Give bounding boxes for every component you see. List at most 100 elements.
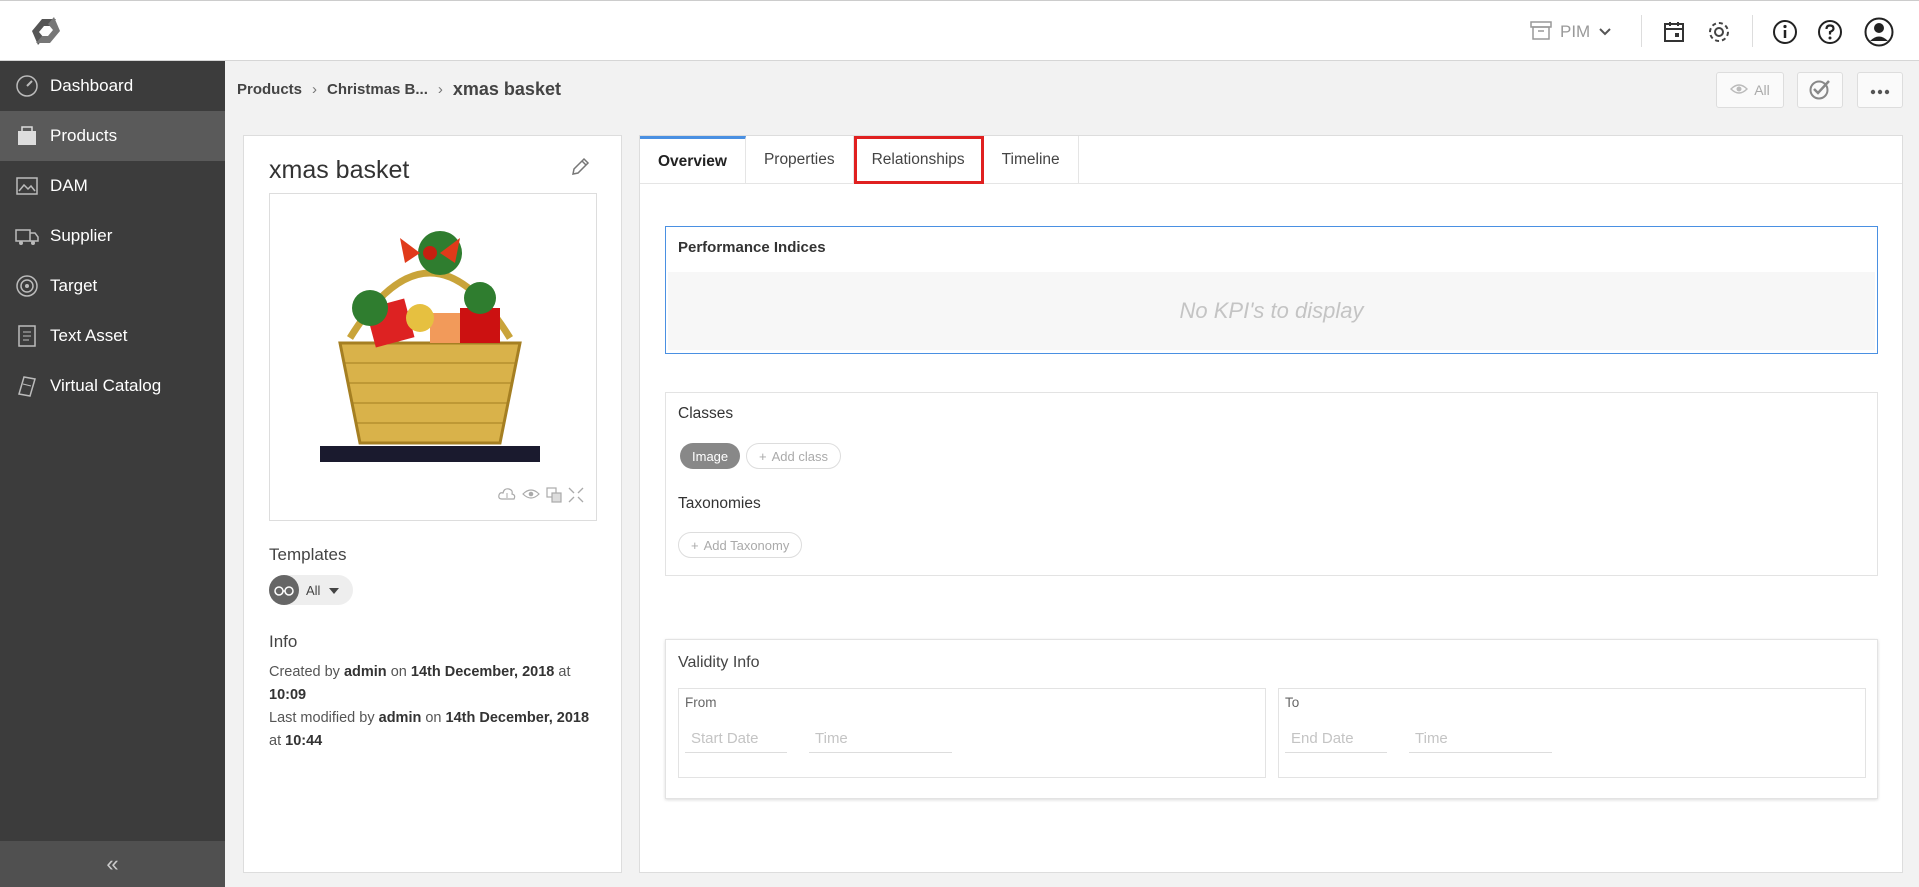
check-circle-icon: [1808, 78, 1832, 103]
add-class-button[interactable]: + Add class: [746, 443, 841, 469]
sidebar-item-label: DAM: [50, 176, 88, 195]
sidebar-item-supplier[interactable]: Supplier: [0, 211, 225, 261]
products-icon: [14, 123, 40, 149]
more-options-button[interactable]: [1857, 72, 1903, 108]
check-button[interactable]: [1797, 72, 1843, 108]
created-date: 14th December, 2018: [410, 664, 555, 680]
breadcrumb: Products › Christmas B... › xmas basket: [225, 61, 1919, 118]
product-image-frame[interactable]: [269, 193, 597, 521]
image-toolbar: [498, 487, 584, 508]
settings-icon[interactable]: [1702, 15, 1736, 49]
tab-relationships[interactable]: Relationships: [853, 136, 984, 184]
breadcrumb-separator: ›: [312, 81, 318, 98]
modified-at: at: [269, 733, 282, 749]
modified-line: Last modified by admin on 14th December,…: [269, 707, 589, 753]
truck-icon: [14, 223, 40, 249]
sidebar-item-target[interactable]: Target: [0, 261, 225, 311]
divider: [1752, 15, 1753, 47]
preview-eye-icon[interactable]: [522, 487, 540, 508]
tab-overview[interactable]: Overview: [640, 136, 746, 184]
catalog-icon: [14, 373, 40, 399]
tab-properties[interactable]: Properties: [746, 136, 854, 184]
classes-title: Classes: [678, 405, 734, 422]
item-info-text: Created by admin on 14th December, 2018 …: [269, 661, 589, 753]
calendar-icon[interactable]: [1657, 15, 1691, 49]
modified-time: 10:44: [285, 733, 323, 749]
end-time-input[interactable]: Time: [1409, 725, 1552, 753]
start-date-input[interactable]: Start Date: [685, 725, 787, 753]
sidebar-item-label: Products: [50, 126, 118, 145]
add-taxonomy-label: Add Taxonomy: [703, 537, 790, 553]
archive-icon: [1530, 20, 1552, 45]
copy-image-icon[interactable]: [546, 487, 562, 508]
eye-icon: [1730, 82, 1749, 98]
plus-icon: +: [691, 537, 699, 553]
from-label: From: [685, 695, 717, 710]
kpi-empty-message: No KPI's to display: [668, 272, 1875, 350]
sidebar: Dashboard Products DAM Supplier Target Text A…: [0, 61, 225, 887]
collapse-arrows-icon[interactable]: [568, 487, 584, 508]
sidebar-item-label: Supplier: [50, 226, 113, 245]
user-icon[interactable]: [1862, 15, 1896, 49]
breadcrumb-separator: ›: [437, 81, 443, 98]
templates-label: Templates: [269, 545, 347, 564]
add-class-label: Add class: [771, 448, 828, 464]
logo-icon[interactable]: [22, 11, 70, 51]
item-detail-panel: Overview Properties Relationships Timeli…: [639, 135, 1903, 873]
target-icon: [14, 273, 40, 299]
chevron-down-icon: [1598, 22, 1612, 42]
info-label: Info: [269, 632, 298, 651]
item-summary-card: xmas basket Templates All Info Created b…: [243, 135, 622, 873]
image-icon: [14, 173, 40, 199]
dashboard-icon: [14, 73, 40, 99]
top-bar: PIM: [0, 0, 1919, 61]
breadcrumb-item[interactable]: Products: [237, 81, 302, 98]
double-chevron-left-icon: «: [106, 851, 119, 876]
download-cloud-icon[interactable]: [498, 487, 516, 508]
sidebar-item-virtual-catalog[interactable]: Virtual Catalog: [0, 361, 225, 411]
modified-prefix: Last modified by: [269, 710, 375, 726]
class-chip-image[interactable]: Image: [680, 443, 741, 469]
created-line: Created by admin on 14th December, 2018 …: [269, 661, 589, 707]
divider: [1641, 15, 1642, 47]
taxonomies-title: Taxonomies: [678, 495, 761, 512]
end-date-input[interactable]: End Date: [1285, 725, 1387, 753]
performance-indices-panel: Performance Indices No KPI's to display: [665, 226, 1878, 354]
performance-title: Performance Indices: [678, 239, 826, 256]
sidebar-item-label: Virtual Catalog: [50, 376, 162, 395]
sidebar-item-label: Dashboard: [50, 76, 134, 95]
created-time: 10:09: [269, 687, 307, 703]
breadcrumb-item[interactable]: Christmas B...: [327, 81, 428, 98]
created-prefix: Created by: [269, 664, 340, 680]
validity-info-panel: Validity Info From Start Date Time To En…: [665, 639, 1878, 799]
sidebar-item-label: Text Asset: [50, 326, 128, 345]
help-icon[interactable]: [1813, 15, 1847, 49]
validity-to-box: To End Date Time: [1278, 688, 1866, 778]
sidebar-item-dam[interactable]: DAM: [0, 161, 225, 211]
more-dots-icon: [1870, 82, 1890, 98]
caret-down-icon: [329, 581, 340, 599]
product-image: [320, 231, 540, 462]
info-icon[interactable]: [1768, 15, 1802, 49]
template-selector[interactable]: All: [269, 575, 353, 605]
sidebar-item-text-asset[interactable]: Text Asset: [0, 311, 225, 361]
sidebar-item-dashboard[interactable]: Dashboard: [0, 61, 225, 111]
modified-user: admin: [378, 710, 422, 726]
validity-title: Validity Info: [678, 654, 760, 671]
template-value: All: [306, 582, 321, 598]
created-on: on: [390, 664, 407, 680]
document-icon: [14, 323, 40, 349]
sidebar-item-label: Target: [50, 276, 98, 295]
created-at: at: [558, 664, 571, 680]
start-time-input[interactable]: Time: [809, 725, 952, 753]
item-title: xmas basket: [269, 156, 410, 184]
collapse-sidebar-button[interactable]: «: [0, 841, 225, 887]
add-taxonomy-button[interactable]: + Add Taxonomy: [678, 532, 803, 558]
module-selector[interactable]: PIM: [1530, 16, 1612, 48]
view-filter-button[interactable]: All: [1716, 72, 1784, 108]
view-filter-label: All: [1754, 82, 1770, 98]
glasses-icon: [269, 575, 299, 605]
sidebar-item-products[interactable]: Products: [0, 111, 225, 161]
tab-timeline[interactable]: Timeline: [984, 136, 1079, 184]
edit-pencil-icon[interactable]: [569, 156, 591, 178]
